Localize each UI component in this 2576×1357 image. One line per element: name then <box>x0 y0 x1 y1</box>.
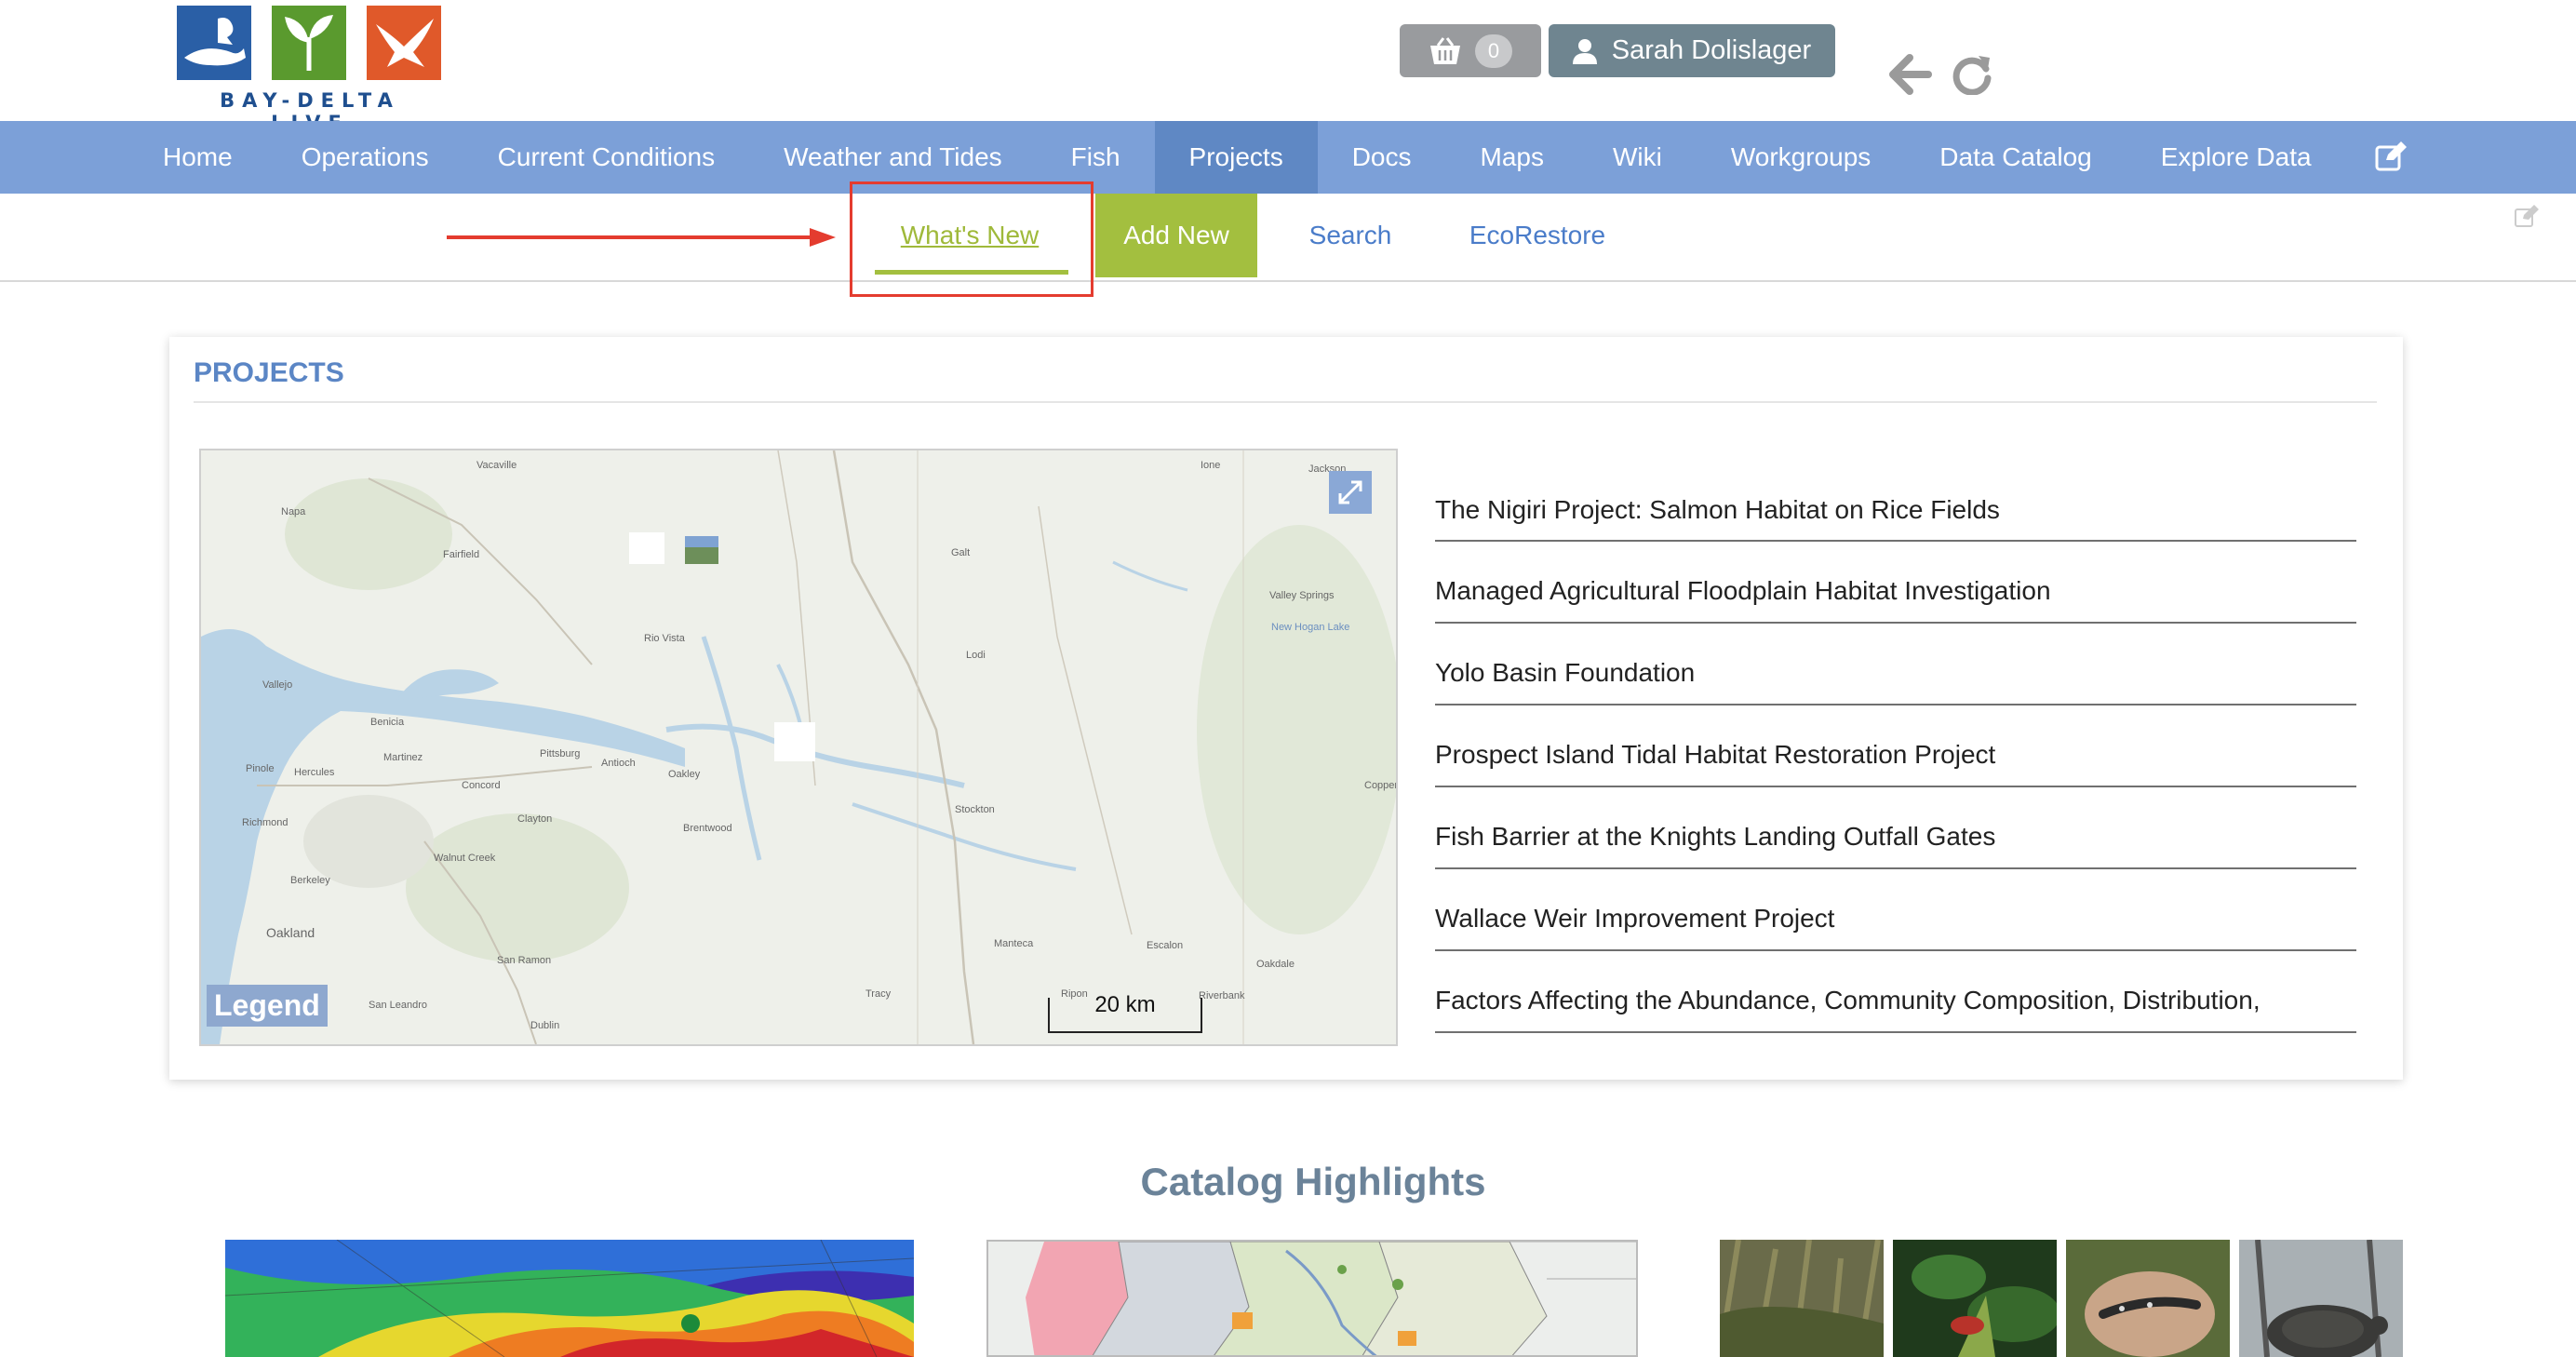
map-place-label: Dublin <box>530 1020 560 1031</box>
project-list-item[interactable]: Factors Affecting the Abundance, Communi… <box>1435 951 2356 1033</box>
site-header: BAY-DELTA LIVE 0 Sarah Dolislager <box>0 0 2576 134</box>
map-place-label: Richmond <box>242 817 288 828</box>
map-place-label: Vallejo <box>262 679 293 691</box>
map-place-label: New Hogan Lake <box>1271 622 1350 633</box>
page-edit-icon[interactable] <box>2515 205 2539 229</box>
map-expand-button[interactable] <box>1329 471 1372 514</box>
map-place-label: San Ramon <box>497 955 552 966</box>
map-place-label: Copperopolis <box>1364 780 1398 791</box>
project-list-item[interactable]: Managed Agricultural Floodplain Habitat … <box>1435 542 2356 624</box>
expand-icon <box>1338 480 1362 504</box>
map-place-label: Rio Vista <box>644 633 685 644</box>
plant-logo-icon <box>272 6 346 80</box>
map-legend-button[interactable]: Legend <box>207 985 328 1027</box>
project-list-item[interactable]: Yolo Basin Foundation <box>1435 624 2356 705</box>
project-list-item[interactable]: Wallace Weir Improvement Project <box>1435 869 2356 951</box>
project-list-item[interactable]: The Nigiri Project: Salmon Habitat on Ri… <box>1435 449 2356 542</box>
map-place-label: Napa <box>281 506 306 517</box>
tab-search[interactable]: Search <box>1282 194 1418 277</box>
nav-home[interactable]: Home <box>0 121 267 194</box>
tab-add-new[interactable]: Add New <box>1095 194 1257 277</box>
refresh-icon[interactable] <box>1951 52 1993 95</box>
nav-maps[interactable]: Maps <box>1446 121 1578 194</box>
map-place-label: Pittsburg <box>540 748 581 759</box>
panel-divider <box>194 401 2377 403</box>
annotation-highlight-box <box>850 181 1093 297</box>
map-place-label: Pinole <box>246 763 275 774</box>
basket-icon <box>1430 36 1460 64</box>
map-place-label: Hercules <box>294 767 335 778</box>
map-place-label: Benicia <box>370 717 405 728</box>
map-place-label: Manteca <box>994 938 1034 949</box>
map-place-label: Ione <box>1201 460 1221 471</box>
map-place-label: Galt <box>951 547 971 558</box>
catalog-highlight-image[interactable] <box>1893 1240 2057 1357</box>
main-navigation: Home Operations Current Conditions Weath… <box>0 121 2576 194</box>
map-place-label: Valley Springs <box>1269 590 1335 601</box>
projects-map[interactable]: Vacaville Napa Fairfield Rio Vista Valle… <box>199 449 1398 1046</box>
map-place-label: Walnut Creek <box>434 853 496 864</box>
project-list-item[interactable]: Fish Barrier at the Knights Landing Outf… <box>1435 787 2356 869</box>
nav-explore-data[interactable]: Explore Data <box>2127 121 2346 194</box>
map-place-label: Oakland <box>266 925 315 940</box>
map-place-label: Oakdale <box>1256 959 1295 970</box>
map-place-label: Riverbank <box>1199 990 1245 1001</box>
map-scale-bar: 20 km <box>1048 992 1202 1033</box>
user-menu-button[interactable]: Sarah Dolislager <box>1549 24 1835 77</box>
nav-docs[interactable]: Docs <box>1318 121 1446 194</box>
map-place-label: Brentwood <box>683 823 732 834</box>
map-place-label: Concord <box>462 780 501 791</box>
catalog-highlight-image[interactable] <box>2239 1240 2403 1357</box>
project-list: The Nigiri Project: Salmon Habitat on Ri… <box>1435 449 2356 1041</box>
map-place-label: Stockton <box>955 804 995 815</box>
nav-projects[interactable]: Projects <box>1154 121 1318 194</box>
map-place-label: Escalon <box>1147 940 1184 951</box>
panel-title: PROJECTS <box>194 357 344 388</box>
bird-logo-icon <box>367 6 441 80</box>
map-scale-label: 20 km <box>1094 992 1156 1017</box>
project-list-item[interactable]: Prospect Island Tidal Habitat Restoratio… <box>1435 705 2356 787</box>
catalog-highlight-image[interactable] <box>1720 1240 1884 1357</box>
map-place-label: Oakley <box>668 769 701 780</box>
catalog-highlight-image[interactable] <box>2066 1240 2230 1357</box>
nav-current-conditions[interactable]: Current Conditions <box>463 121 749 194</box>
map-place-label: Lodi <box>966 650 986 661</box>
nav-workgroups[interactable]: Workgroups <box>1697 121 1905 194</box>
nav-data-catalog[interactable]: Data Catalog <box>1905 121 2126 194</box>
tab-ecorestore[interactable]: EcoRestore <box>1454 194 1621 277</box>
map-place-label: Tracy <box>865 988 892 1000</box>
map-place-label: Martinez <box>383 752 423 763</box>
user-name: Sarah Dolislager <box>1611 35 1812 65</box>
map-place-label: Vacaville <box>476 460 517 471</box>
map-place-label: Berkeley <box>290 875 330 886</box>
map-place-label: San Leandro <box>369 1000 427 1011</box>
catalog-highlight-image[interactable] <box>986 1240 1638 1357</box>
map-place-label: Fairfield <box>443 549 480 560</box>
whale-logo-icon <box>177 6 251 80</box>
map-place-label: Antioch <box>601 758 636 769</box>
annotation-arrow <box>447 228 836 247</box>
nav-wiki[interactable]: Wiki <box>1578 121 1697 194</box>
cart-button[interactable]: 0 <box>1400 24 1541 77</box>
nav-operations[interactable]: Operations <box>267 121 463 194</box>
catalog-highlight-image[interactable] <box>225 1240 914 1357</box>
catalog-highlights-title: Catalog Highlights <box>1140 1160 1486 1203</box>
projects-panel: PROJECTS Vacaville Napa Fairfield Rio Vi… <box>169 337 2403 1080</box>
map-place-label: Clayton <box>517 813 553 825</box>
basemap <box>201 450 1396 1044</box>
back-arrow-icon[interactable] <box>1889 54 1932 95</box>
cart-count-badge: 0 <box>1475 34 1512 68</box>
bay-delta-live-logo[interactable]: BAY-DELTA LIVE <box>175 6 445 134</box>
user-icon <box>1572 38 1597 64</box>
edit-icon[interactable] <box>2375 141 2407 171</box>
